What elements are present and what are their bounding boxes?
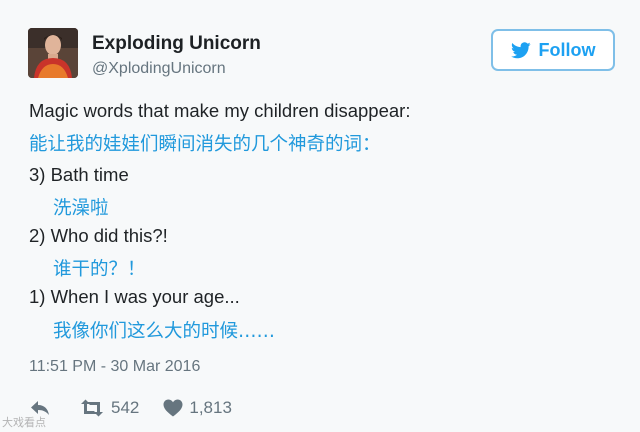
tweet-text-line: 3) Bath time — [29, 164, 129, 185]
avatar[interactable] — [28, 28, 78, 78]
tweet-translation-line: 谁干的？！ — [53, 259, 146, 280]
follow-label: Follow — [538, 39, 596, 60]
tweet-text-line: 1) When I was your age... — [29, 286, 240, 307]
like-count: 1,813 — [189, 398, 232, 417]
tweet-text-line: 2) Who did this?! — [29, 225, 168, 246]
like-button[interactable]: 1,813 — [163, 398, 232, 418]
follow-button[interactable]: Follow — [491, 29, 615, 71]
retweet-count: 542 — [111, 398, 140, 417]
tweet-translation-line: 我像你们这么大的时候…… — [53, 321, 276, 342]
author-name[interactable]: Exploding Unicorn — [92, 33, 261, 55]
tweet-translation-line: 能让我的娃娃们瞬间消失的几个神奇的词： — [29, 134, 381, 155]
tweet-actions: 542 1,813 — [29, 396, 232, 420]
watermark: 大戏看点 — [2, 416, 46, 429]
retweet-button[interactable]: 542 — [79, 398, 139, 418]
tweet-timestamp[interactable]: 11:51 PM - 30 Mar 2016 — [29, 358, 200, 376]
tweet-translation-line: 洗澡啦 — [53, 198, 109, 219]
tweet-card: Exploding Unicorn @XplodingUnicorn Follo… — [0, 0, 640, 432]
heart-icon — [163, 399, 183, 417]
tweet-text-line: Magic words that make my children disapp… — [29, 100, 411, 121]
author-handle[interactable]: @XplodingUnicorn — [92, 60, 226, 78]
retweet-icon — [81, 399, 103, 417]
twitter-bird-icon — [510, 41, 531, 58]
